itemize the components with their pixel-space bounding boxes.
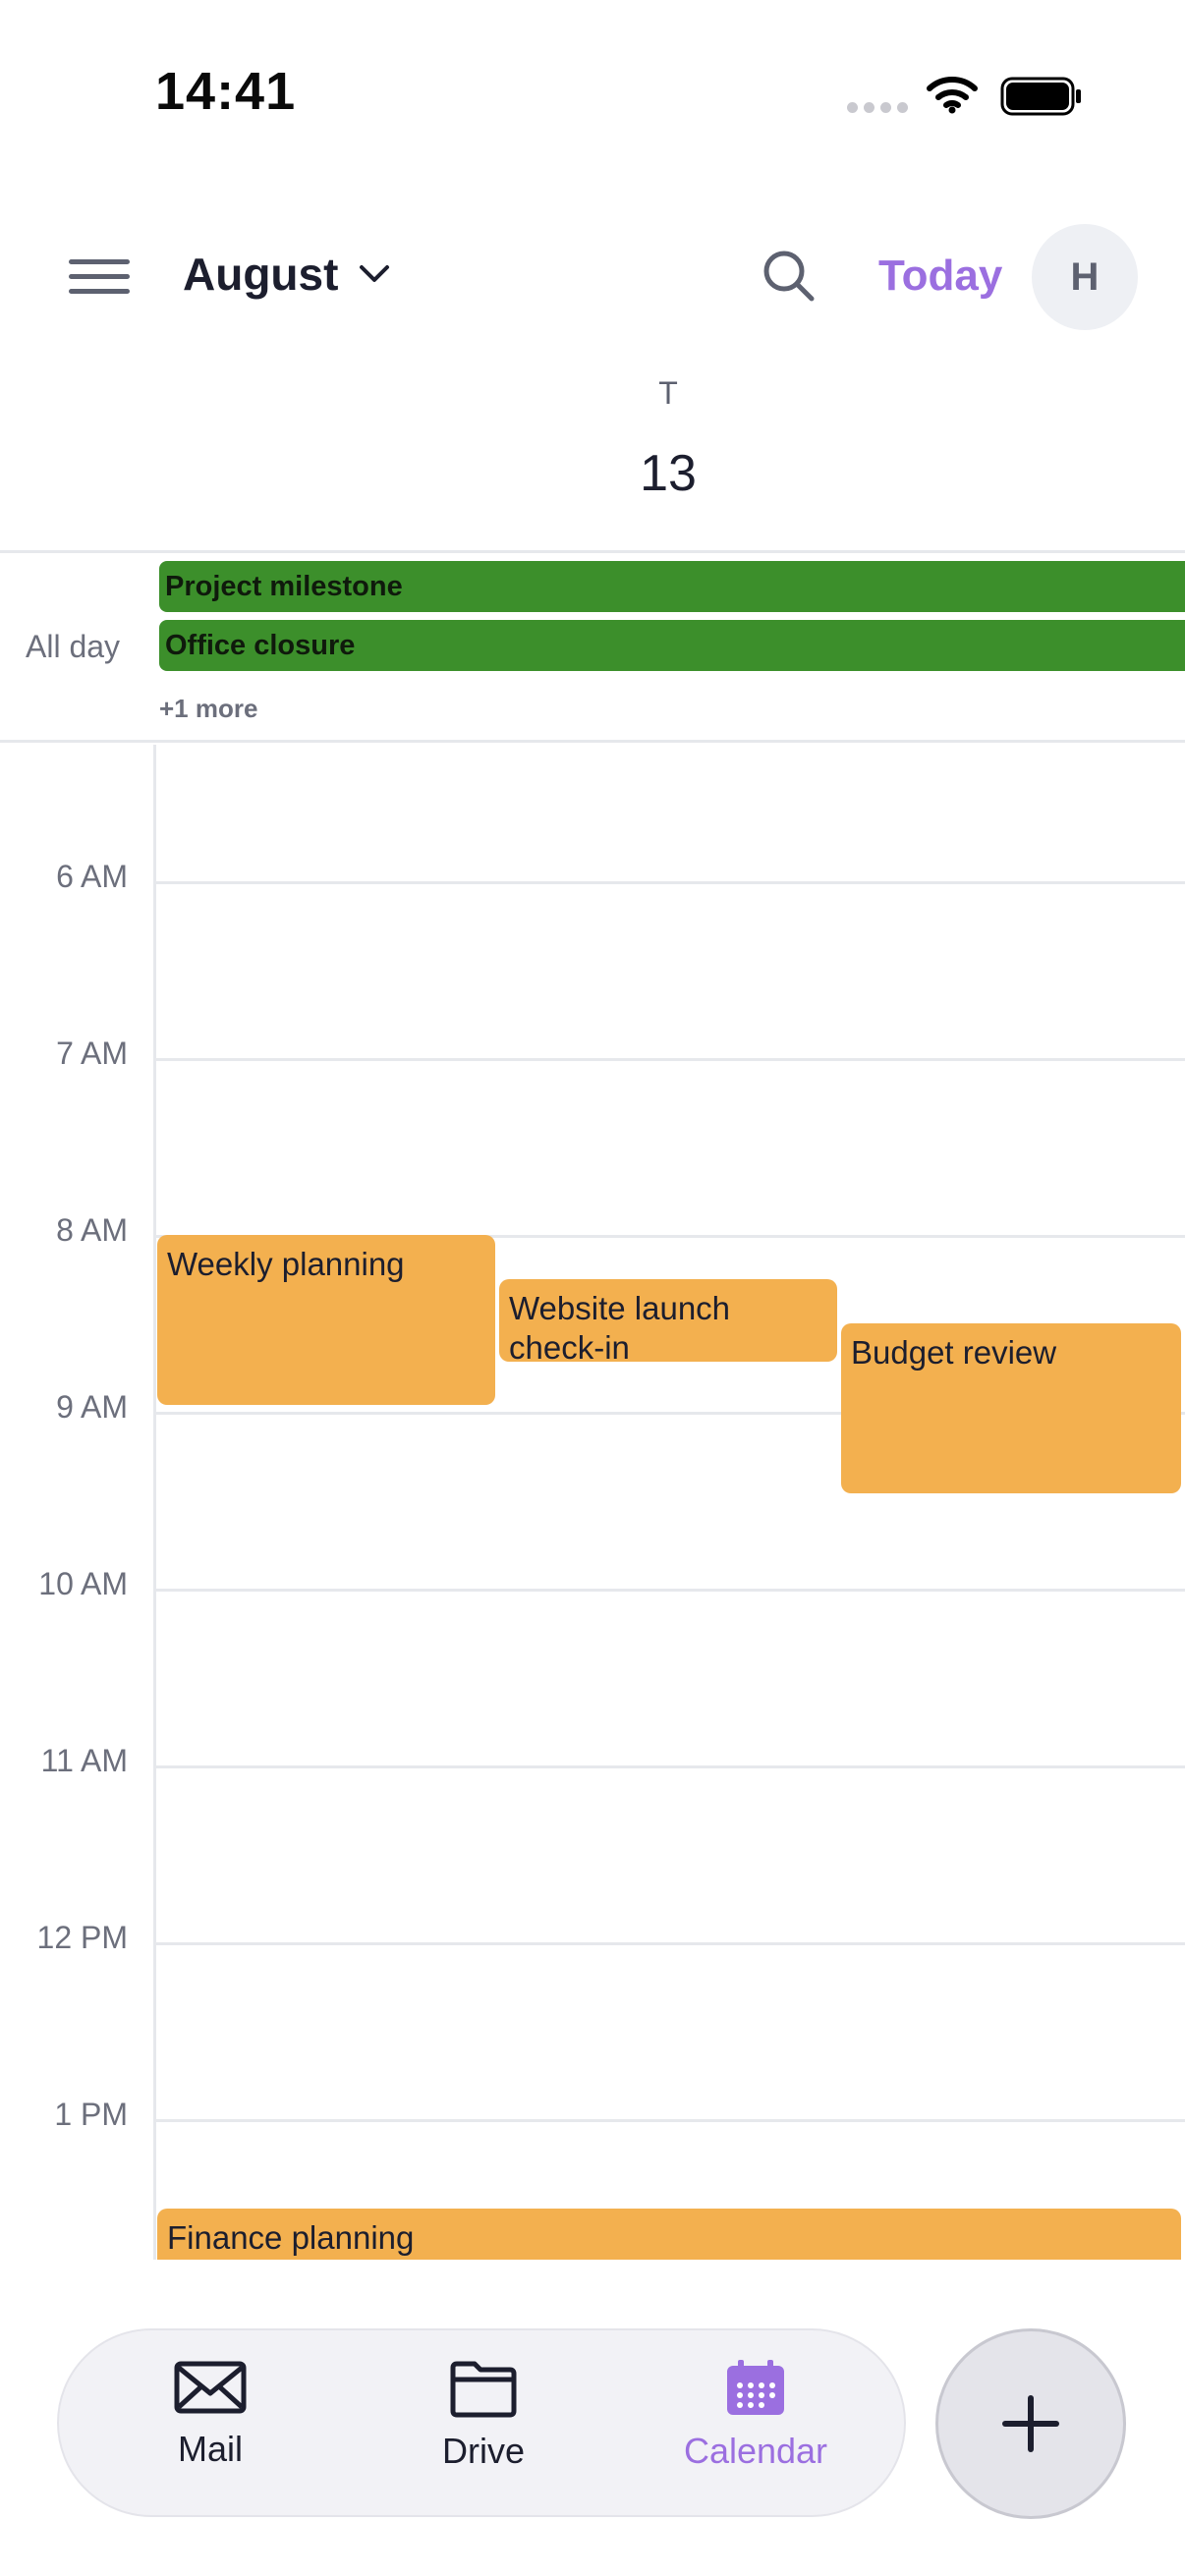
all-day-event[interactable]: Office closure xyxy=(159,620,1185,671)
tab-label: Calendar xyxy=(683,2431,828,2471)
hour-label: 11 AM xyxy=(40,1743,128,1778)
cellular-signal-icon xyxy=(847,102,908,113)
plus-icon xyxy=(1002,2395,1059,2452)
event-website-launch-check-in[interactable]: Website launch check-in xyxy=(499,1279,837,1366)
chevron-down-icon xyxy=(360,265,390,282)
event-title: Finance planning xyxy=(167,2219,415,2256)
hour-label: 12 PM xyxy=(36,1920,128,1955)
tab-drive[interactable]: Drive xyxy=(366,2358,601,2472)
hour-label: 1 PM xyxy=(54,2097,128,2132)
divider xyxy=(0,550,1185,553)
battery-icon xyxy=(1000,77,1081,116)
more-events-link[interactable]: +1 more xyxy=(159,694,257,724)
hour-line xyxy=(155,1058,1185,1061)
event-title: Budget review xyxy=(851,1334,1057,1371)
event-title: Website launch check-in xyxy=(509,1290,731,1366)
hour-line xyxy=(155,881,1185,884)
all-day-label: All day xyxy=(26,629,121,664)
calendar-icon xyxy=(727,2360,784,2415)
tab-label: Drive xyxy=(441,2431,525,2471)
tab-calendar[interactable]: Calendar xyxy=(638,2358,874,2472)
tab-label: Mail xyxy=(177,2429,243,2469)
hour-line xyxy=(155,2119,1185,2122)
hour-label: 7 AM xyxy=(56,1036,128,1071)
search-icon[interactable] xyxy=(761,248,818,305)
day-number[interactable]: 13 xyxy=(590,444,747,503)
month-selector[interactable]: August xyxy=(183,248,391,301)
hour-line xyxy=(155,1942,1185,1945)
timeline-axis xyxy=(153,745,156,2260)
event-budget-review[interactable]: Budget review xyxy=(841,1323,1181,1493)
event-title: Weekly planning xyxy=(167,1246,405,1282)
menu-button[interactable] xyxy=(69,259,130,295)
add-event-button[interactable] xyxy=(935,2328,1126,2519)
event-finance-planning[interactable]: Finance planning xyxy=(157,2209,1181,2260)
divider xyxy=(0,740,1185,743)
hour-line xyxy=(155,1589,1185,1592)
today-button[interactable]: Today xyxy=(878,252,1002,301)
day-of-week: T xyxy=(658,375,678,411)
hour-line xyxy=(155,1765,1185,1768)
event-title: Project milestone xyxy=(165,571,403,602)
hour-label: 8 AM xyxy=(56,1212,128,1248)
avatar[interactable]: H xyxy=(1032,224,1138,330)
all-day-event[interactable]: Project milestone xyxy=(159,561,1185,612)
event-title: Office closure xyxy=(165,630,356,661)
wifi-icon xyxy=(927,77,978,114)
month-label: August xyxy=(183,249,339,300)
tab-mail[interactable]: Mail xyxy=(92,2358,328,2470)
mail-icon xyxy=(174,2361,247,2414)
hour-label: 9 AM xyxy=(56,1389,128,1425)
folder-icon xyxy=(450,2361,517,2418)
status-time: 14:41 xyxy=(155,62,297,121)
hour-label: 10 AM xyxy=(38,1566,128,1601)
hour-label: 6 AM xyxy=(56,859,128,894)
event-weekly-planning[interactable]: Weekly planning xyxy=(157,1235,495,1405)
